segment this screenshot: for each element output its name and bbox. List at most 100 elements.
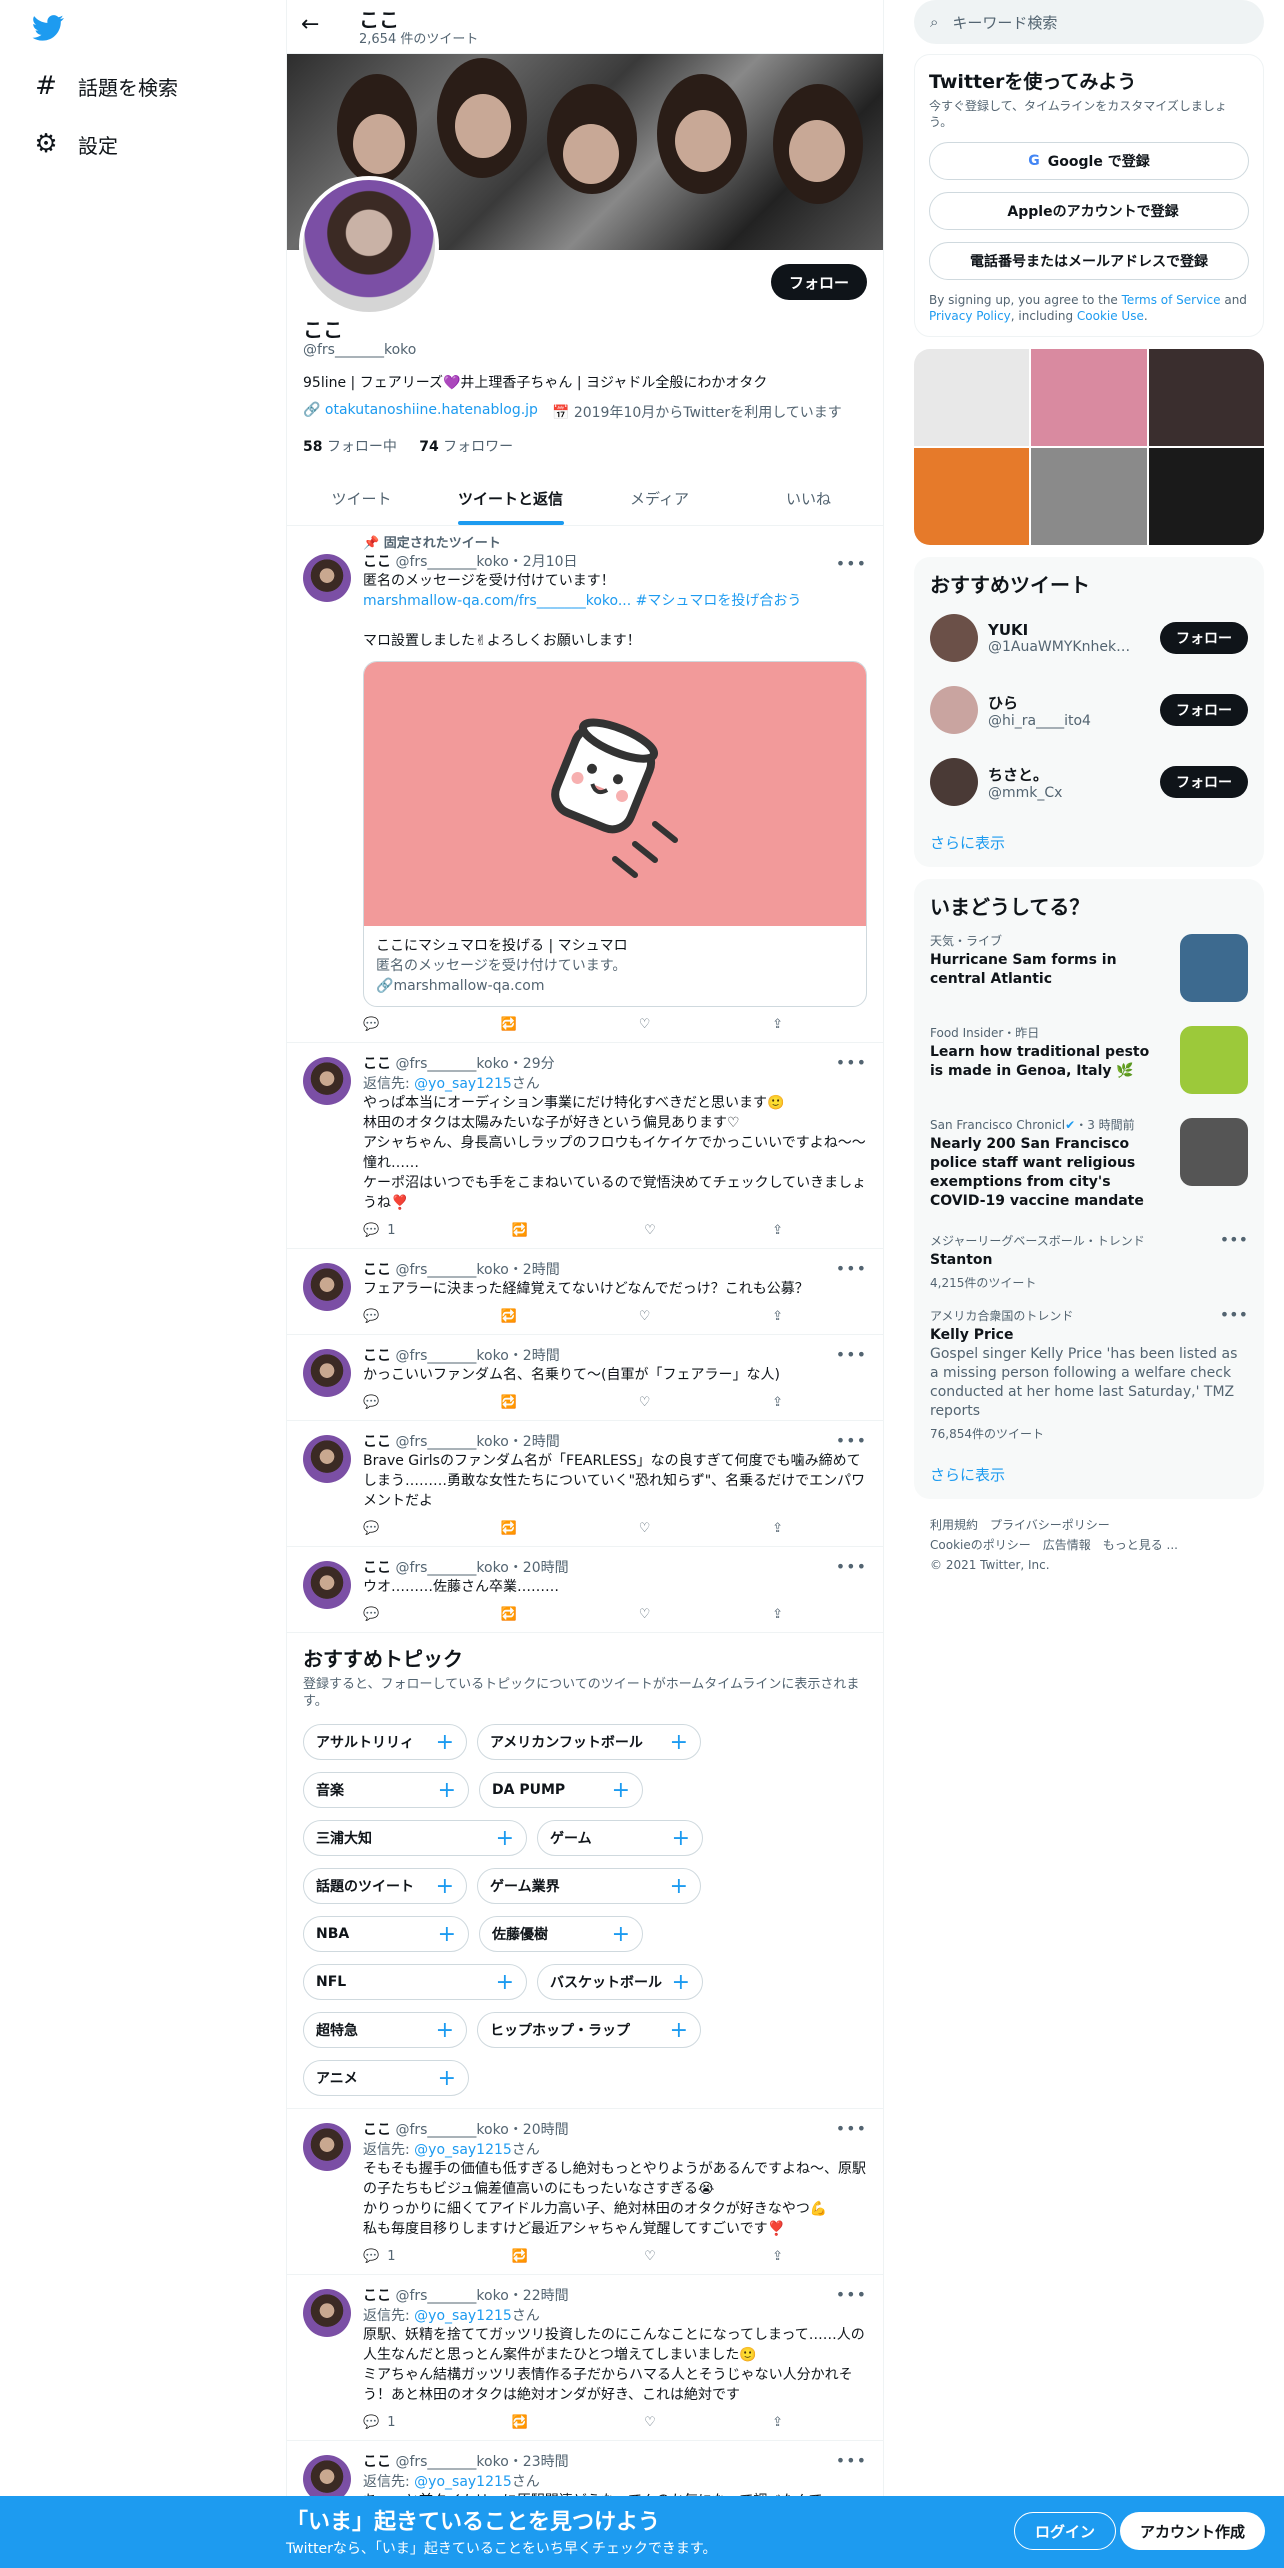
show-more-link[interactable]: さらに表示 bbox=[914, 1450, 1264, 1499]
following-link[interactable]: 58 フォロー中 bbox=[303, 439, 397, 455]
reply-icon[interactable]: 💬 bbox=[363, 1309, 379, 1324]
tweet[interactable]: ••• ここ @frs_______koko・20時間 返信先: @yo_say… bbox=[287, 2109, 883, 2275]
share-icon[interactable]: ⇪ bbox=[772, 1521, 783, 1536]
trend-item[interactable]: メジャーリーグベースボール・トレンド Stanton 4,215件のツイート •… bbox=[914, 1224, 1264, 1299]
tab-tweets[interactable]: ツイート bbox=[287, 472, 436, 525]
retweet-icon[interactable]: 🔁 bbox=[501, 1521, 517, 1536]
share-icon[interactable]: ⇪ bbox=[772, 2249, 783, 2264]
share-icon[interactable]: ⇪ bbox=[772, 1395, 783, 1410]
signup-button[interactable]: アカウント作成 bbox=[1120, 2512, 1266, 2550]
topic-pill[interactable]: バスケットボール + bbox=[537, 1964, 703, 2000]
topic-pill[interactable]: NFL + bbox=[303, 1964, 527, 2000]
terms-link[interactable]: Terms of Service bbox=[1122, 293, 1221, 307]
media-thumb[interactable] bbox=[914, 349, 1030, 446]
user-avatar[interactable] bbox=[930, 614, 978, 662]
like-icon[interactable]: ♡ bbox=[644, 2415, 656, 2430]
share-icon[interactable]: ⇪ bbox=[772, 1223, 783, 1238]
followers-link[interactable]: 74 フォロワー bbox=[419, 439, 513, 455]
share-icon[interactable]: ⇪ bbox=[772, 1607, 783, 1622]
trend-item[interactable]: Food Insider・昨日 Learn how traditional pe… bbox=[914, 1016, 1264, 1108]
reply-icon[interactable]: 💬 1 bbox=[363, 1223, 395, 1238]
topic-pill[interactable]: NBA + bbox=[303, 1916, 469, 1952]
show-more-link[interactable]: さらに表示 bbox=[914, 818, 1264, 867]
topic-pill[interactable]: ヒップホップ・ラップ + bbox=[477, 2012, 701, 2048]
google-signup-button[interactable]: G Google で登録 bbox=[929, 142, 1249, 180]
back-arrow-icon[interactable]: ← bbox=[301, 12, 319, 37]
topic-pill[interactable]: アサルトリリィ + bbox=[303, 1724, 467, 1760]
retweet-icon[interactable]: 🔁 bbox=[501, 1607, 517, 1622]
profile-link[interactable]: otakutanoshiine.hatenablog.jp bbox=[325, 402, 538, 418]
search-input[interactable]: ⌕ キーワード検索 bbox=[914, 0, 1264, 44]
footer-line[interactable]: 利用規約 プライバシーポリシー bbox=[930, 1515, 1248, 1535]
reply-handle[interactable]: @yo_say1215 bbox=[414, 2308, 512, 2324]
topic-pill[interactable]: 三浦大知 + bbox=[303, 1820, 527, 1856]
reply-icon[interactable]: 💬 1 bbox=[363, 2249, 395, 2264]
follow-button[interactable]: フォロー bbox=[1160, 694, 1248, 726]
nav-explore[interactable]: # 話題を検索 bbox=[32, 64, 178, 108]
twitter-logo-icon[interactable] bbox=[30, 12, 66, 44]
follow-button[interactable]: フォロー bbox=[1160, 766, 1248, 798]
share-icon[interactable]: ⇪ bbox=[772, 2415, 783, 2430]
tweet-avatar[interactable] bbox=[303, 554, 351, 602]
tweet-avatar[interactable] bbox=[303, 1263, 351, 1311]
more-icon[interactable]: ••• bbox=[1220, 1305, 1248, 1324]
share-icon[interactable]: ⇪ bbox=[772, 1309, 783, 1324]
trend-item[interactable]: San Francisco Chronicl✔・3 時間前 Nearly 200… bbox=[914, 1108, 1264, 1224]
privacy-link[interactable]: Privacy Policy bbox=[929, 309, 1011, 323]
retweet-icon[interactable]: 🔁 bbox=[512, 2415, 528, 2430]
topic-pill[interactable]: アニメ + bbox=[303, 2060, 469, 2096]
tweet[interactable]: ••• ここ @frs_______koko・22時間 返信先: @yo_say… bbox=[287, 2275, 883, 2441]
trend-item[interactable]: 天気・ライブ Hurricane Sam forms in central At… bbox=[914, 924, 1264, 1016]
retweet-icon[interactable]: 🔁 bbox=[501, 1395, 517, 1410]
more-icon[interactable]: ••• bbox=[1220, 1230, 1248, 1249]
tweet-avatar[interactable] bbox=[303, 2123, 351, 2171]
more-icon[interactable]: ••• bbox=[836, 1053, 867, 1072]
trend-item[interactable]: アメリカ合衆国のトレンド Kelly Price Gospel singer K… bbox=[914, 1299, 1264, 1450]
media-thumb[interactable] bbox=[1031, 349, 1147, 446]
follow-button[interactable]: フォロー bbox=[1160, 622, 1248, 654]
more-icon[interactable]: ••• bbox=[836, 2451, 867, 2470]
topic-pill[interactable]: ゲーム + bbox=[537, 1820, 703, 1856]
more-icon[interactable]: ••• bbox=[836, 1557, 867, 1576]
reply-icon[interactable]: 💬 bbox=[363, 1017, 379, 1032]
reply-icon[interactable]: 💬 bbox=[363, 1395, 379, 1410]
more-icon[interactable]: ••• bbox=[836, 1431, 867, 1450]
profile-avatar[interactable] bbox=[299, 176, 439, 316]
more-icon[interactable]: ••• bbox=[836, 2119, 867, 2138]
suggested-user[interactable]: YUKI @1AuaWMYKnhekB... フォロー bbox=[914, 602, 1264, 674]
like-icon[interactable]: ♡ bbox=[639, 1309, 651, 1324]
tweet-avatar[interactable] bbox=[303, 1349, 351, 1397]
reply-icon[interactable]: 💬 bbox=[363, 1607, 379, 1622]
user-avatar[interactable] bbox=[930, 758, 978, 806]
tweet[interactable]: ••• ここ @frs_______koko・2時間 Brave Girlsのフ… bbox=[287, 1421, 883, 1547]
like-icon[interactable]: ♡ bbox=[639, 1607, 651, 1622]
cookie-link[interactable]: Cookie Use bbox=[1077, 309, 1144, 323]
more-icon[interactable]: ••• bbox=[836, 554, 867, 573]
retweet-icon[interactable]: 🔁 bbox=[501, 1309, 517, 1324]
tweet[interactable]: ••• ここ @frs_______koko・2時間 フェアラーに決まった経緯覚… bbox=[287, 1249, 883, 1335]
media-thumb[interactable] bbox=[1148, 349, 1264, 446]
more-icon[interactable]: ••• bbox=[836, 1259, 867, 1278]
retweet-icon[interactable]: 🔁 bbox=[512, 1223, 528, 1238]
tweet[interactable]: ••• ここ @frs_______koko・20時間 ウオ………佐藤さん卒業…… bbox=[287, 1547, 883, 1633]
like-icon[interactable]: ♡ bbox=[639, 1017, 651, 1032]
media-thumb[interactable] bbox=[914, 448, 1030, 545]
tweet-avatar[interactable] bbox=[303, 1435, 351, 1483]
tab-tweets-replies[interactable]: ツイートと返信 bbox=[436, 472, 585, 525]
reply-handle[interactable]: @yo_say1215 bbox=[414, 1076, 512, 1092]
footer-line[interactable]: Cookieのポリシー 広告情報 もっと見る ... bbox=[930, 1535, 1248, 1555]
tweet[interactable]: ••• ここ @frs_______koko・29分 返信先: @yo_say1… bbox=[287, 1043, 883, 1249]
reply-icon[interactable]: 💬 1 bbox=[363, 2415, 395, 2430]
topic-pill[interactable]: 音楽 + bbox=[303, 1772, 469, 1808]
topic-pill[interactable]: ゲーム業界 + bbox=[477, 1868, 701, 1904]
follow-button[interactable]: フォロー bbox=[770, 264, 867, 300]
media-thumb[interactable] bbox=[1031, 448, 1147, 545]
more-icon[interactable]: ••• bbox=[836, 1345, 867, 1364]
login-button[interactable]: ログイン bbox=[1014, 2512, 1117, 2550]
tweet-link[interactable]: marshmallow-qa.com/frs_______koko... bbox=[363, 593, 631, 609]
link-card[interactable]: ここにマシュマロを投げる | マシュマロ 匿名のメッセージを受け付けています。 … bbox=[363, 661, 867, 1007]
tab-likes[interactable]: いいね bbox=[734, 472, 883, 525]
topic-pill[interactable]: DA PUMP + bbox=[479, 1772, 643, 1808]
reply-handle[interactable]: @yo_say1215 bbox=[414, 2474, 512, 2490]
phone-signup-button[interactable]: 電話番号またはメールアドレスで登録 bbox=[929, 242, 1249, 280]
